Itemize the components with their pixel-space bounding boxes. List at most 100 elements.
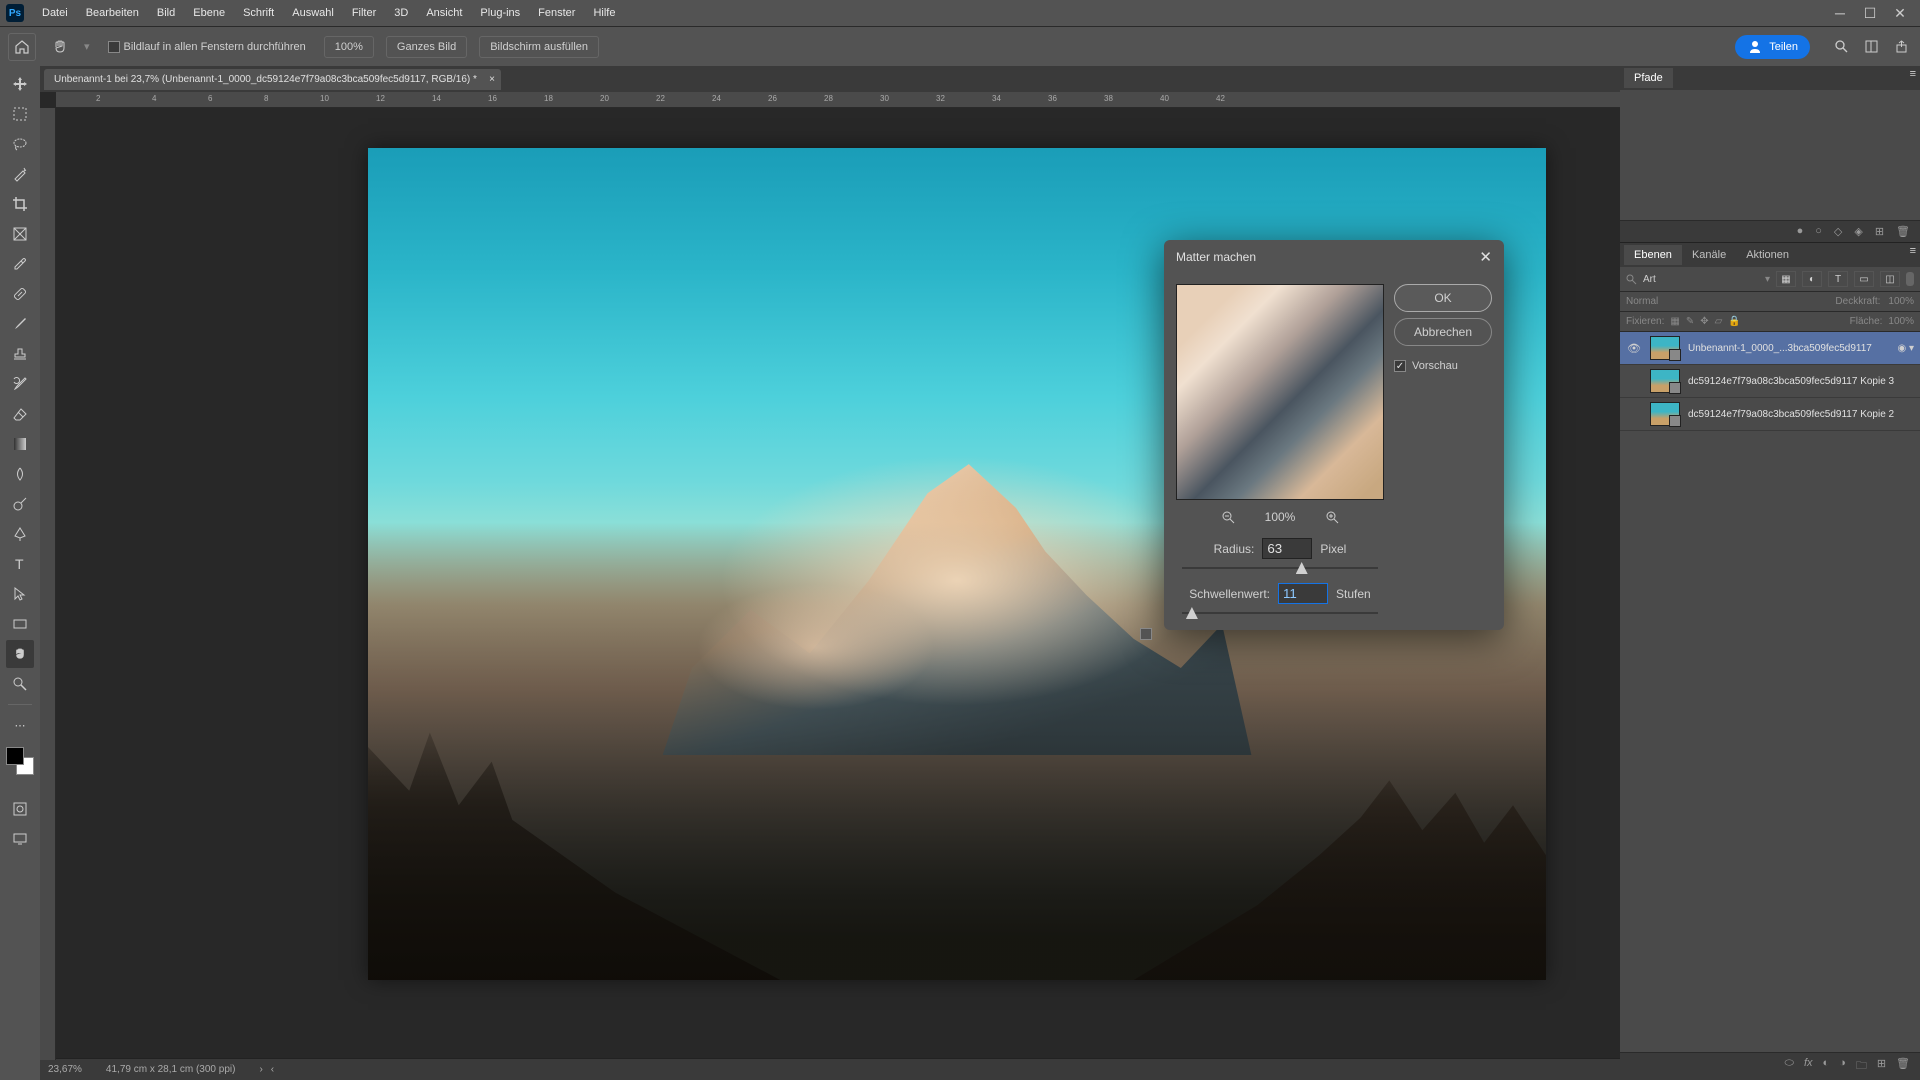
filter-pixel-icon[interactable]: ▦ <box>1776 271 1796 287</box>
lock-artboard-icon[interactable]: ▱ <box>1715 316 1723 327</box>
option-scroll-all[interactable]: Bildlauf in allen Fenstern durchführen <box>102 41 312 53</box>
delete-path-icon[interactable]: 🗑 <box>1896 225 1910 238</box>
vertical-ruler[interactable] <box>40 108 56 1060</box>
path-selection-tool[interactable] <box>6 580 34 608</box>
layer-name[interactable]: dc59124e7f79a08c3bca509fec5d9117 Kopie 3 <box>1688 376 1914 387</box>
dialog-close-icon[interactable]: ✕ <box>1479 248 1492 266</box>
history-brush-tool[interactable] <box>6 370 34 398</box>
share-button[interactable]: Teilen <box>1735 35 1810 59</box>
layer-name[interactable]: dc59124e7f79a08c3bca509fec5d9117 Kopie 2 <box>1688 409 1914 420</box>
radius-input[interactable] <box>1262 538 1312 559</box>
adjustment-layer-icon[interactable]: ◑ <box>1839 1057 1846 1076</box>
search-icon[interactable] <box>1626 274 1637 285</box>
dialog-preview[interactable] <box>1176 284 1384 500</box>
option-zoom-100[interactable]: 100% <box>324 36 374 58</box>
crop-tool[interactable] <box>6 190 34 218</box>
canvas[interactable]: Matter machen ✕ 100% Radius: <box>56 108 1620 1058</box>
lock-all-icon[interactable]: 🔒 <box>1728 316 1740 327</box>
layer-row[interactable]: 👁 Unbenannt-1_0000_...3bca509fec5d9117 ◉… <box>1620 332 1920 365</box>
actions-tab[interactable]: Aktionen <box>1736 245 1799 265</box>
layer-row[interactable]: dc59124e7f79a08c3bca509fec5d9117 Kopie 2 <box>1620 398 1920 431</box>
layer-name[interactable]: Unbenannt-1_0000_...3bca509fec5d9117 <box>1688 343 1889 354</box>
home-icon[interactable] <box>8 33 36 61</box>
fill-path-icon[interactable]: ● <box>1797 225 1804 238</box>
filter-type-icon[interactable]: T <box>1828 271 1848 287</box>
option-fit-screen[interactable]: Ganzes Bild <box>386 36 467 58</box>
dialog-resize-handle[interactable] <box>1140 628 1152 640</box>
option-fill-screen[interactable]: Bildschirm ausfüllen <box>479 36 599 58</box>
preview-checkbox[interactable] <box>1394 360 1406 372</box>
quickmask-tool[interactable] <box>6 795 34 823</box>
menu-filter[interactable]: Filter <box>344 3 384 23</box>
close-tab-icon[interactable]: × <box>489 74 495 85</box>
threshold-input[interactable] <box>1278 583 1328 604</box>
paths-tab[interactable]: Pfade <box>1624 68 1673 88</box>
stamp-tool[interactable] <box>6 340 34 368</box>
panel-menu-icon[interactable]: ≡ <box>1910 68 1916 88</box>
edit-toolbar-icon[interactable]: ⋯ <box>6 711 34 739</box>
menu-fenster[interactable]: Fenster <box>530 3 583 23</box>
minimize-button[interactable]: ─ <box>1826 3 1854 23</box>
lock-pixels-icon[interactable]: ▦ <box>1670 316 1679 327</box>
frame-tool[interactable] <box>6 220 34 248</box>
smart-filter-icon[interactable]: ◉ ▾ <box>1897 343 1914 354</box>
layer-visibility-icon[interactable]: 👁 <box>1626 342 1642 355</box>
link-layers-icon[interactable]: ⬭ <box>1785 1057 1794 1076</box>
status-zoom[interactable]: 23,67% <box>48 1064 82 1075</box>
export-icon[interactable] <box>1890 36 1912 58</box>
path-mask-icon[interactable]: ◈ <box>1854 225 1862 238</box>
document-tab[interactable]: Unbenannt-1 bei 23,7% (Unbenannt-1_0000_… <box>44 69 501 90</box>
lock-position-icon[interactable]: ✥ <box>1700 316 1708 327</box>
cancel-button[interactable]: Abbrechen <box>1394 318 1492 346</box>
checkbox-icon[interactable] <box>108 41 120 53</box>
layer-thumbnail[interactable] <box>1650 336 1680 360</box>
menu-3d[interactable]: 3D <box>386 3 416 23</box>
menu-auswahl[interactable]: Auswahl <box>284 3 342 23</box>
screenmode-tool[interactable] <box>6 825 34 853</box>
layer-thumbnail[interactable] <box>1650 402 1680 426</box>
ok-button[interactable]: OK <box>1394 284 1492 312</box>
new-layer-icon[interactable]: ⊞ <box>1877 1057 1886 1076</box>
layer-mask-icon[interactable]: ◐ <box>1823 1057 1830 1076</box>
layer-fx-icon[interactable]: fx <box>1804 1057 1813 1076</box>
layer-row[interactable]: dc59124e7f79a08c3bca509fec5d9117 Kopie 3 <box>1620 365 1920 398</box>
layer-group-icon[interactable]: 🗀 <box>1856 1057 1867 1076</box>
opacity-value[interactable]: 100% <box>1888 296 1914 307</box>
menu-plugins[interactable]: Plug-ins <box>472 3 528 23</box>
lasso-tool[interactable] <box>6 130 34 158</box>
type-tool[interactable]: T <box>6 550 34 578</box>
status-arrow-right[interactable]: › <box>259 1064 262 1075</box>
layers-menu-icon[interactable]: ≡ <box>1910 245 1916 265</box>
filter-shape-icon[interactable]: ▭ <box>1854 271 1874 287</box>
blend-mode-select[interactable]: Normal <box>1626 296 1658 307</box>
channels-tab[interactable]: Kanäle <box>1682 245 1736 265</box>
menu-ansicht[interactable]: Ansicht <box>418 3 470 23</box>
hand-tool-icon[interactable] <box>48 35 72 59</box>
move-tool[interactable] <box>6 70 34 98</box>
brush-tool[interactable] <box>6 310 34 338</box>
menu-ebene[interactable]: Ebene <box>185 3 233 23</box>
eraser-tool[interactable] <box>6 400 34 428</box>
foreground-color[interactable] <box>6 747 24 765</box>
gradient-tool[interactable] <box>6 430 34 458</box>
magic-wand-tool[interactable] <box>6 160 34 188</box>
menu-bild[interactable]: Bild <box>149 3 183 23</box>
stroke-path-icon[interactable]: ○ <box>1815 225 1822 238</box>
new-path-icon[interactable]: ⊞ <box>1875 225 1884 238</box>
status-arrow-left[interactable]: ‹ <box>271 1064 274 1075</box>
rectangle-tool[interactable] <box>6 610 34 638</box>
pen-tool[interactable] <box>6 520 34 548</box>
filter-adjust-icon[interactable]: ◐ <box>1802 271 1822 287</box>
color-swatches[interactable] <box>6 747 34 775</box>
delete-layer-icon[interactable]: 🗑 <box>1896 1057 1910 1076</box>
layer-thumbnail[interactable] <box>1650 369 1680 393</box>
workspace-icon[interactable] <box>1860 36 1882 58</box>
zoom-tool[interactable] <box>6 670 34 698</box>
search-icon[interactable] <box>1830 36 1852 58</box>
horizontal-ruler[interactable]: 24681012141618202224262830323436384042 <box>56 92 1620 108</box>
selection-path-icon[interactable]: ◇ <box>1834 225 1842 238</box>
maximize-button[interactable]: ☐ <box>1856 3 1884 23</box>
radius-slider[interactable] <box>1182 567 1378 569</box>
lock-brush-icon[interactable]: ✎ <box>1686 316 1694 327</box>
dodge-tool[interactable] <box>6 490 34 518</box>
